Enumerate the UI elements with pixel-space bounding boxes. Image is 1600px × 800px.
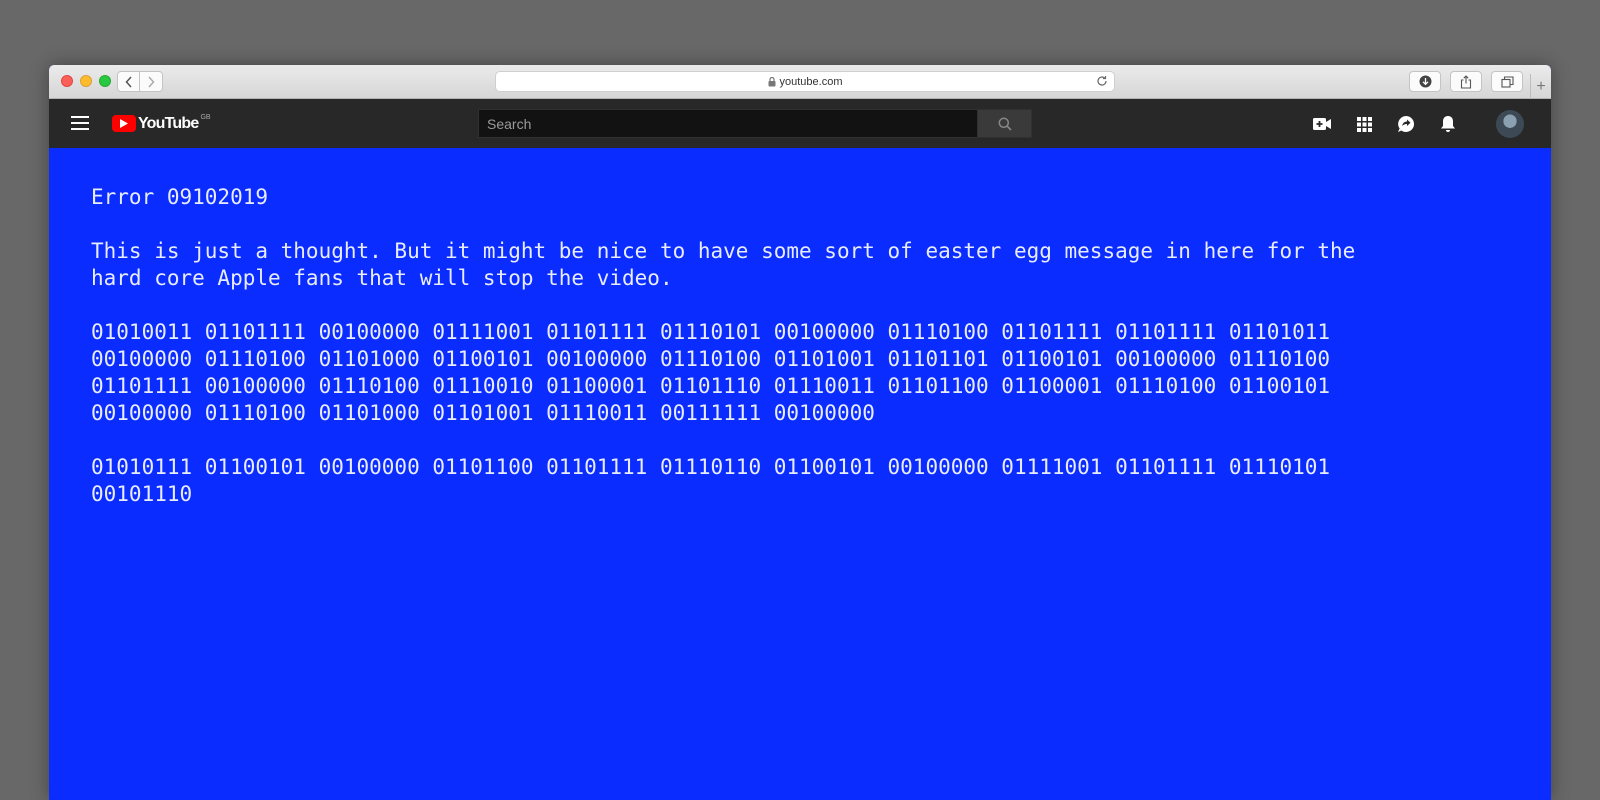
header-actions <box>1312 114 1458 134</box>
error-message-line: hard core Apple fans that will stop the … <box>91 266 673 290</box>
browser-window: youtube.com + YouTube GB Search Error 09… <box>49 65 1551 800</box>
binary-line: 01101111 00100000 01110100 01110010 0110… <box>91 374 1331 398</box>
share-button[interactable] <box>1450 71 1482 92</box>
binary-block-1: 01010011 01101111 00100000 01111001 0110… <box>91 319 1509 427</box>
window-controls <box>61 75 111 87</box>
error-screen: Error 09102019 This is just a thought. B… <box>49 148 1551 508</box>
avatar[interactable] <box>1496 110 1524 138</box>
address-url: youtube.com <box>779 75 843 88</box>
new-tab-button[interactable]: + <box>1530 74 1551 99</box>
search-icon <box>998 117 1012 131</box>
download-icon <box>1419 75 1431 88</box>
share-icon <box>1460 74 1472 89</box>
plus-icon: + <box>1536 77 1546 95</box>
binary-line: 00101110 <box>91 482 193 506</box>
reload-icon[interactable] <box>1096 75 1108 90</box>
lock-icon <box>768 76 776 87</box>
chevron-right-icon <box>148 75 155 88</box>
close-window-button[interactable] <box>61 75 73 87</box>
address-bar[interactable]: youtube.com <box>495 71 1115 92</box>
binary-line: 01010111 01100101 00100000 01101100 0110… <box>91 455 1331 479</box>
binary-line: 00100000 01110100 01101000 01101001 0111… <box>91 401 875 425</box>
binary-block-2: 01010111 01100101 00100000 01101100 0110… <box>91 454 1509 508</box>
search-box <box>478 109 1032 138</box>
forward-button[interactable] <box>140 71 163 92</box>
youtube-header: YouTube GB <box>49 99 1551 148</box>
browser-toolbar: youtube.com + <box>49 65 1551 99</box>
apps-button[interactable] <box>1354 114 1374 134</box>
menu-button[interactable] <box>71 116 89 135</box>
downloads-button[interactable] <box>1409 71 1441 92</box>
binary-line: 01010011 01101111 00100000 01111001 0110… <box>91 320 1331 344</box>
country-code: GB <box>200 114 211 121</box>
back-button[interactable] <box>117 71 140 92</box>
video-camera-plus-icon <box>1313 118 1331 130</box>
tabs-overview-button[interactable] <box>1491 71 1523 92</box>
chevron-left-icon <box>124 75 132 88</box>
search-button[interactable] <box>977 109 1032 138</box>
toolbar-right-buttons <box>1409 71 1523 92</box>
chat-share-icon <box>1398 115 1415 132</box>
bell-icon <box>1441 116 1455 132</box>
tabs-icon <box>1500 75 1514 88</box>
logo-wordmark: YouTube <box>138 115 199 132</box>
create-video-button[interactable] <box>1312 114 1332 134</box>
error-message-line: This is just a thought. But it might be … <box>91 239 1356 263</box>
messages-button[interactable] <box>1396 114 1416 134</box>
apps-grid-icon <box>1356 116 1372 132</box>
search-input[interactable] <box>478 109 977 138</box>
history-nav <box>117 71 163 92</box>
notifications-button[interactable] <box>1438 114 1458 134</box>
youtube-logo[interactable]: YouTube GB <box>112 113 211 133</box>
error-title: Error 09102019 <box>91 185 269 209</box>
binary-line: 00100000 01110100 01101000 01100101 0010… <box>91 347 1331 371</box>
error-message: This is just a thought. But it might be … <box>91 238 1509 292</box>
minimize-window-button[interactable] <box>80 75 92 87</box>
maximize-window-button[interactable] <box>99 75 111 87</box>
play-icon <box>112 115 136 132</box>
hamburger-menu-icon <box>71 116 89 130</box>
